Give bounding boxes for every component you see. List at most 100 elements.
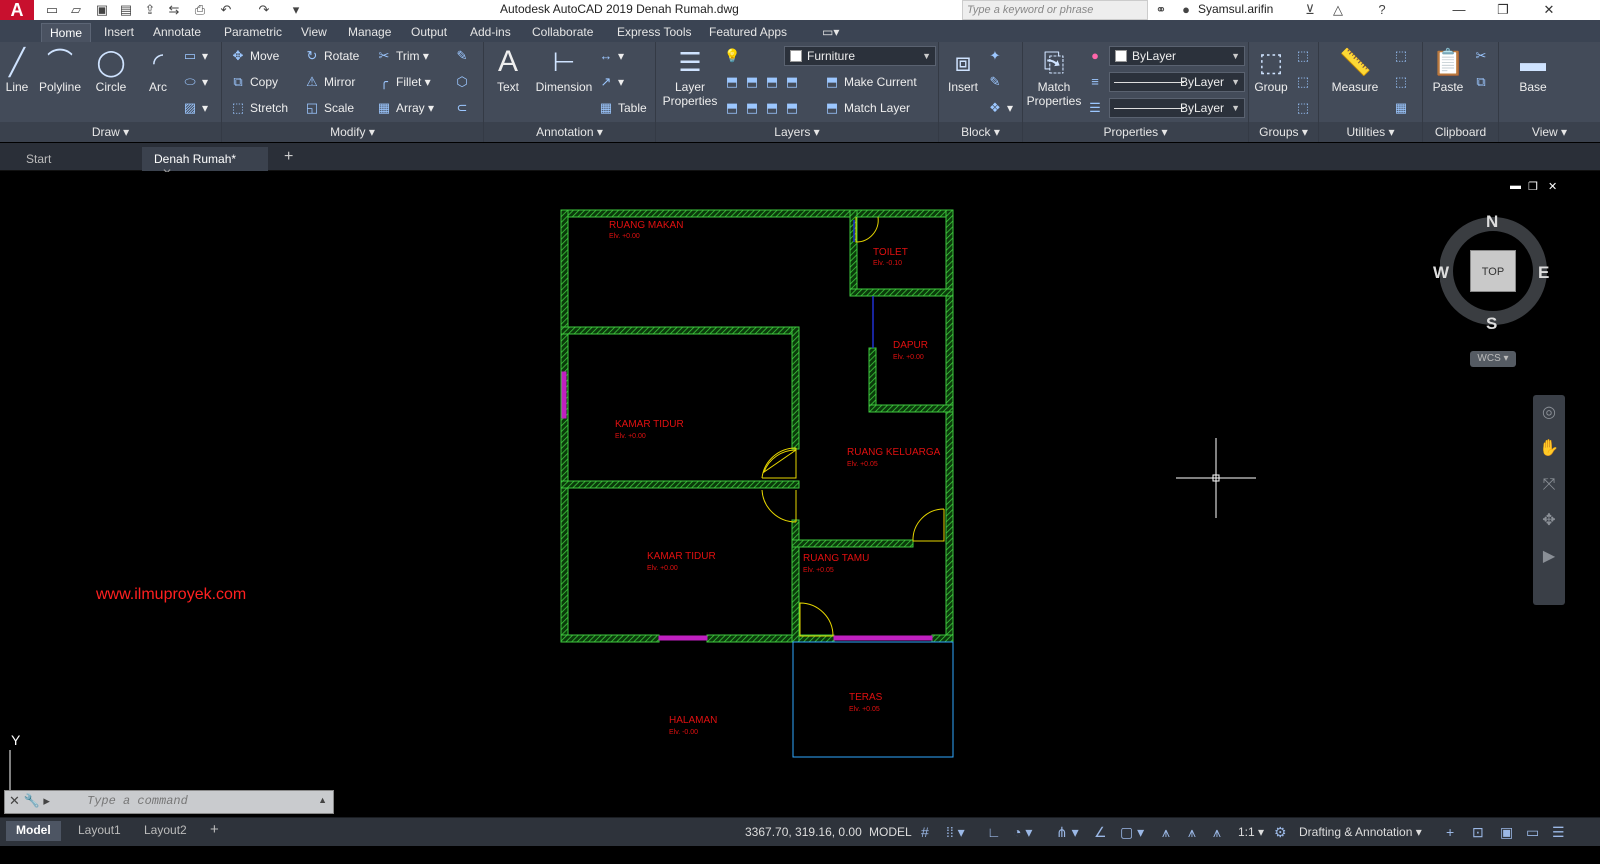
layer-state-icons[interactable]: 💡 [724, 46, 744, 66]
user-icon[interactable]: ● [1178, 2, 1194, 18]
group-button[interactable]: ⬚ Group [1251, 46, 1291, 94]
annotation-visibility-icon[interactable]: ⩚ [1162, 824, 1170, 841]
match-layer-button[interactable]: ⬒ Match Layer [824, 98, 910, 118]
save-as-icon[interactable]: ▤ [118, 2, 134, 18]
help-search-input[interactable]: Type a keyword or phrase [962, 0, 1148, 20]
base-button[interactable]: ▬ Base [1509, 46, 1557, 94]
tab-parametric[interactable]: Parametric [216, 23, 290, 42]
linetype-icon[interactable]: ☰ [1087, 98, 1107, 118]
view-panel-title[interactable]: View ▾ [1499, 122, 1600, 142]
tab-insert[interactable]: Insert [96, 23, 142, 42]
mirror-button[interactable]: ⚠ Mirror [304, 72, 355, 92]
compass-east[interactable]: E [1538, 263, 1549, 283]
auto-scale-icon[interactable]: ⩚ [1188, 824, 1196, 841]
paste-button[interactable]: 📋 Paste [1427, 46, 1469, 94]
close-icon[interactable]: ✕ [1534, 1, 1564, 19]
tab-layout2[interactable]: Layout2 [134, 821, 197, 841]
recent-commands-icon[interactable]: ▸ [43, 793, 50, 808]
share-icon[interactable]: ⇆ [166, 2, 182, 18]
restore-icon[interactable]: ❐ [1488, 1, 1518, 19]
tab-collaborate[interactable]: Collaborate [524, 23, 601, 42]
binoculars-icon[interactable]: ⚭ [1153, 2, 1169, 18]
tab-manage[interactable]: Manage [340, 23, 399, 42]
linetype-dropdown[interactable]: ByLayer ▼ [1109, 72, 1245, 92]
showmotion-icon[interactable]: ▶ [1533, 539, 1565, 575]
edit-block-icon[interactable]: ✎ [987, 72, 1007, 92]
command-line[interactable]: ✕ 🔧 ▸ Type a command ▲ [4, 790, 334, 814]
tab-model[interactable]: Model [6, 821, 61, 841]
viewport-close-icon[interactable]: ✕ [1548, 180, 1557, 193]
color-dropdown[interactable]: ByLayer ▼ [1109, 46, 1245, 66]
snap-icon[interactable]: ⁞⁞ ▾ [946, 824, 965, 841]
layer-dropdown[interactable]: Furniture ▼ [784, 46, 936, 66]
command-history-icon[interactable]: ▲ [318, 795, 327, 805]
save-icon[interactable]: ▣ [94, 2, 110, 18]
circle-button[interactable]: ◯ Circle [88, 46, 134, 94]
drawing-canvas[interactable]: RUANG MAKAN Elv. +0.00 TOILET Elv. -0.10… [0, 172, 1600, 817]
tab-annotate[interactable]: Annotate [145, 23, 209, 42]
text-button[interactable]: A Text [488, 46, 528, 95]
layers-panel-title[interactable]: Layers ▾ [656, 122, 938, 142]
isodraft-icon[interactable]: ⋔ ▾ [1056, 824, 1079, 841]
compass-north[interactable]: N [1486, 212, 1498, 232]
arc-button[interactable]: ◜ Arc [138, 46, 178, 94]
cart-icon[interactable]: ⊻ [1302, 2, 1318, 18]
cursor-coordinates[interactable]: 3367.70, 319.16, 0.00 [745, 825, 862, 839]
units-icon[interactable]: ⊡ [1472, 824, 1484, 841]
measure-button[interactable]: 📏 Measure [1325, 46, 1385, 94]
draw-panel-title[interactable]: Draw ▾ [0, 122, 221, 142]
steering-wheel-icon[interactable]: ◎ [1533, 395, 1565, 431]
plot-icon[interactable]: ⎙ [192, 2, 208, 18]
tab-layout1[interactable]: Layout1 [68, 821, 131, 841]
undo-icon[interactable]: ↶ [218, 2, 234, 18]
customize-cmd-icon[interactable]: 🔧 [24, 793, 40, 808]
group-edit-icon[interactable]: ⬚ [1295, 72, 1315, 92]
fillet-button[interactable]: ╭ Fillet ▾ [376, 72, 431, 92]
annotation-scale[interactable]: 1:1 ▾ [1238, 825, 1264, 839]
polyline-button[interactable]: ⌒ Polyline [36, 46, 84, 94]
new-file-icon[interactable]: ▭ [44, 2, 60, 18]
viewcube-top-face[interactable]: TOP [1470, 250, 1516, 292]
layer-tools-row3[interactable]: ⬒ ⬒ ⬒ ⬒ [724, 98, 804, 118]
workspace-switch[interactable]: Drafting & Annotation ▾ [1299, 825, 1422, 839]
ellipse-button[interactable]: ⬭ ▾ [182, 72, 208, 92]
ribbon-toggle-icon[interactable]: ▭▾ [814, 23, 847, 42]
stretch-button[interactable]: ⬚ Stretch [230, 98, 288, 118]
ortho-icon[interactable]: ∟ [987, 824, 1001, 840]
offset-icon[interactable]: ⊂ [454, 98, 474, 118]
wcs-menu[interactable]: WCS ▾ [1470, 351, 1516, 367]
scale-button[interactable]: ◱ Scale [304, 98, 354, 118]
orbit-icon[interactable]: ✥ [1533, 503, 1565, 539]
open-file-icon[interactable]: ▱ [68, 2, 84, 18]
insert-button[interactable]: ⧈ Insert [941, 46, 985, 94]
quick-select-icon[interactable]: ⬚ [1393, 72, 1413, 92]
annotation-monitor-icon[interactable]: + [1446, 824, 1454, 840]
cut-icon[interactable]: ✂ [1473, 46, 1493, 66]
viewport-minimize-icon[interactable]: ▬ [1510, 180, 1521, 192]
group-select-icon[interactable]: ⬚ [1295, 98, 1315, 118]
model-space-button[interactable]: MODEL [869, 825, 912, 839]
tab-express-tools[interactable]: Express Tools [609, 23, 699, 42]
rectangle-button[interactable]: ▭ ▾ [182, 46, 208, 66]
new-layout-icon[interactable]: + [202, 821, 227, 841]
utilities-panel-title[interactable]: Utilities ▾ [1319, 122, 1422, 142]
copy-clip-icon[interactable]: ⧉ [1473, 72, 1493, 92]
connect-icon[interactable]: △ [1330, 2, 1346, 18]
grid-icon[interactable]: # [921, 824, 929, 840]
annotation-scale-icon[interactable]: ⩚ [1213, 824, 1221, 841]
explode-icon[interactable]: ⬡ [454, 72, 474, 92]
polar-icon[interactable]: ◔ ▾ [1013, 824, 1032, 841]
calculator-icon[interactable]: ▦ [1393, 98, 1413, 118]
groups-panel-title[interactable]: Groups ▾ [1249, 122, 1318, 142]
object-snap-icon[interactable]: ▢ ▾ [1120, 824, 1144, 841]
new-tab-icon[interactable]: + [276, 147, 301, 171]
command-line-tools[interactable]: ✕ 🔧 ▸ [9, 793, 50, 809]
hatch-button[interactable]: ▨ ▾ [182, 98, 208, 118]
trim-button[interactable]: ✂ Trim ▾ [376, 46, 429, 66]
array-button[interactable]: ▦ Array ▾ [376, 98, 434, 118]
viewport-restore-icon[interactable]: ❐ [1528, 180, 1538, 193]
line-button[interactable]: ╱ Line [0, 46, 34, 94]
clean-screen-icon[interactable]: ▭ [1526, 824, 1539, 841]
compass-west[interactable]: W [1433, 263, 1449, 283]
tab-denah-rumah[interactable]: Denah Rumah* ✕ [142, 147, 268, 180]
